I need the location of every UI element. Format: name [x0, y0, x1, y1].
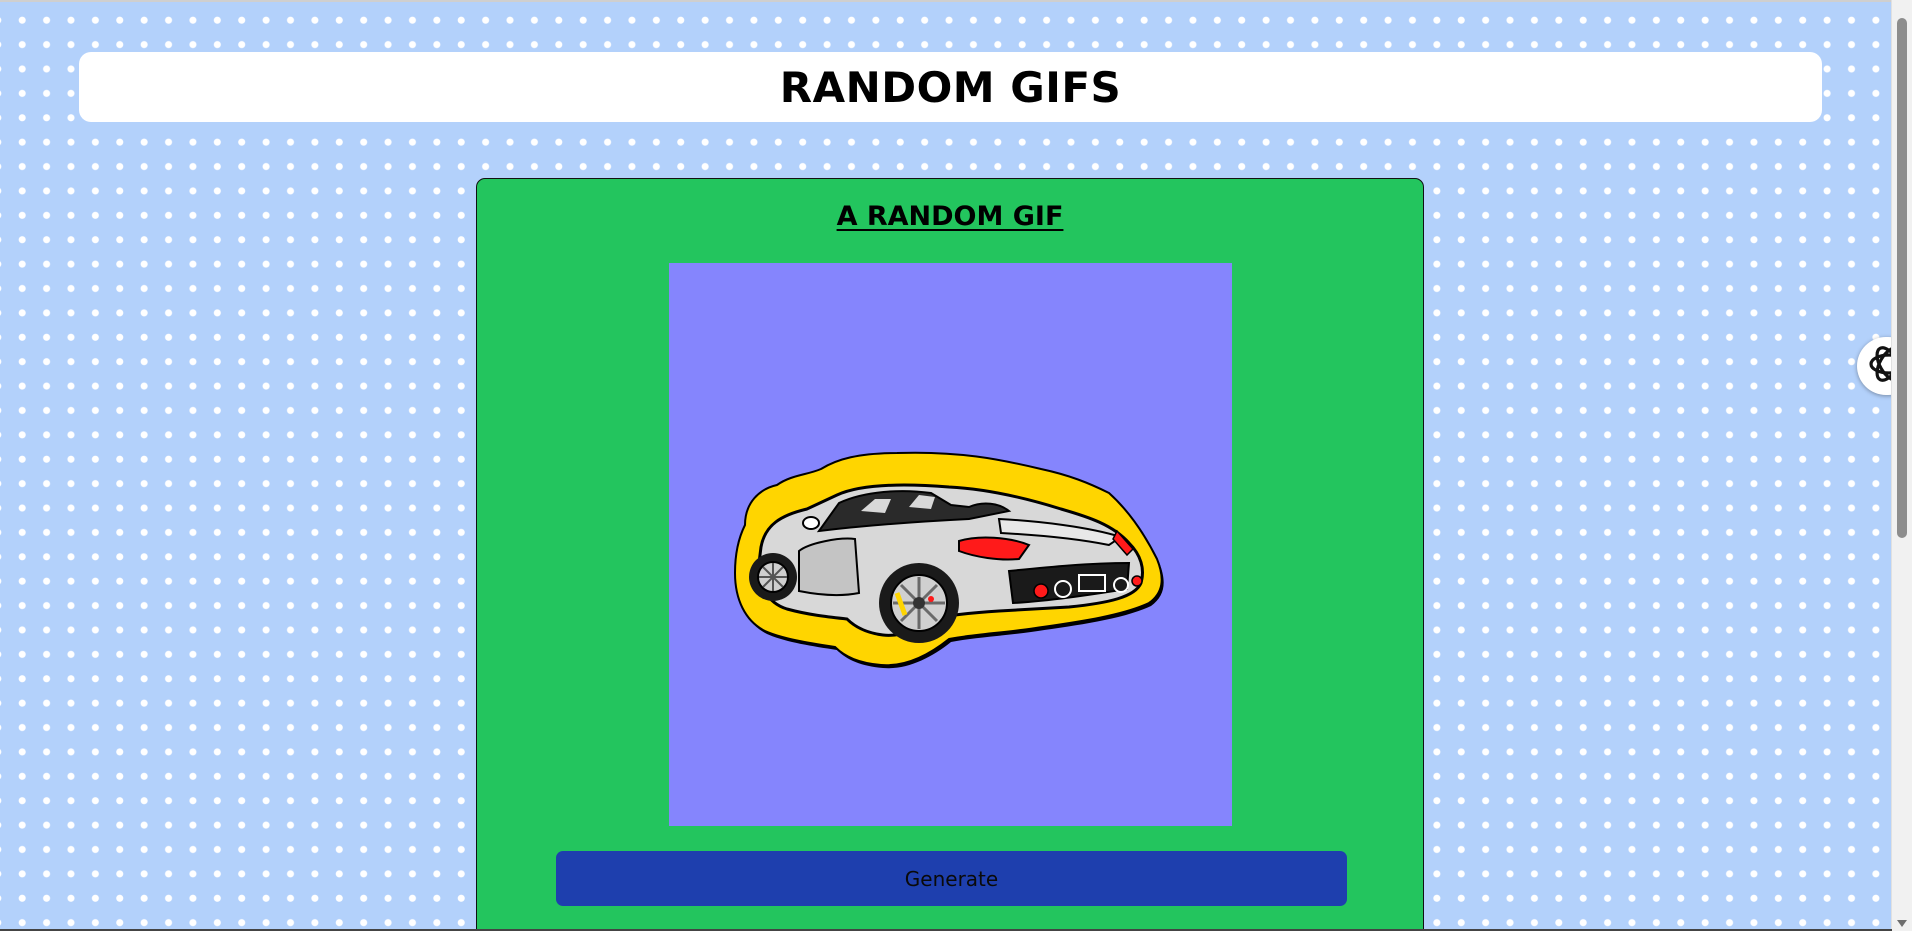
card-title: A RANDOM GIF — [836, 201, 1064, 232]
generate-button[interactable]: Generate — [556, 851, 1347, 906]
gif-image — [669, 263, 1232, 826]
page-title: RANDOM GIFS — [779, 62, 1122, 112]
window-top-edge — [0, 0, 1892, 2]
scrollbar-thumb[interactable] — [1897, 18, 1907, 538]
car-sticker-illustration — [733, 451, 1164, 669]
vertical-scrollbar[interactable] — [1891, 0, 1912, 931]
page-header: RANDOM GIFS — [79, 52, 1822, 122]
random-gif-card: A RANDOM GIF Generate — [476, 178, 1424, 931]
scroll-down-arrow-icon[interactable] — [1897, 920, 1907, 927]
